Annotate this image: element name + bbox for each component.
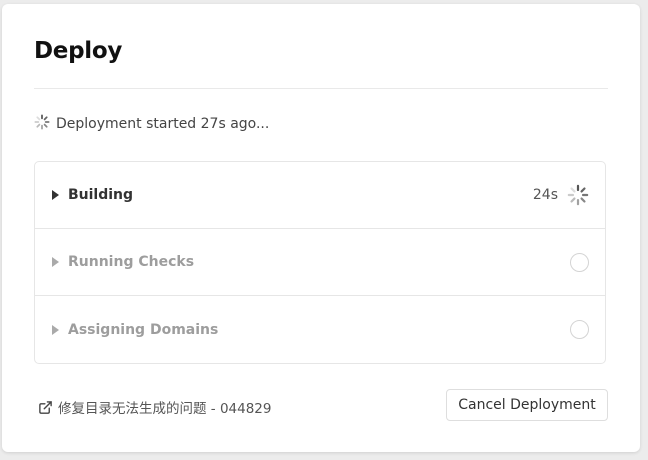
- deploy-card: Deploy Deployment started 27s ago... Bui…: [2, 4, 640, 452]
- external-link-icon: [39, 400, 52, 414]
- step-label: Building: [68, 187, 134, 203]
- circle-icon: [570, 320, 589, 339]
- step-label: Assigning Domains: [68, 321, 219, 338]
- page-title: Deploy: [34, 38, 123, 64]
- step-building[interactable]: Building 24s: [35, 162, 605, 229]
- step-status: [570, 296, 589, 363]
- caret-right-icon: [52, 257, 59, 267]
- status-text: Deployment started 27s ago...: [56, 116, 270, 132]
- caret-right-icon: [52, 190, 59, 200]
- spinner-graphic: [34, 114, 50, 130]
- step-status: [570, 229, 589, 295]
- circle-icon: [570, 252, 589, 272]
- commit-link-text: 修复目录无法生成的问题 - 044829: [58, 401, 272, 417]
- spinner-icon: [567, 184, 589, 206]
- cancel-deployment-button[interactable]: Cancel Deployment: [446, 389, 608, 421]
- step-duration: 24s: [532, 187, 558, 203]
- step-running-checks[interactable]: Running Checks: [35, 229, 605, 296]
- commit-link[interactable]: 修复目录无法生成的问题 - 044829: [38, 397, 272, 417]
- step-assigning-domains[interactable]: Assigning Domains: [35, 296, 605, 363]
- deployment-steps: Building 24s Running Checks Assigning Do…: [34, 161, 606, 364]
- caret-right-icon: [52, 324, 59, 335]
- deployment-status: Deployment started 27s ago...: [34, 114, 269, 134]
- title-divider: [34, 88, 608, 89]
- step-status: 24s: [533, 162, 589, 228]
- spinner-icon: [34, 114, 50, 134]
- step-label: Running Checks: [68, 254, 195, 270]
